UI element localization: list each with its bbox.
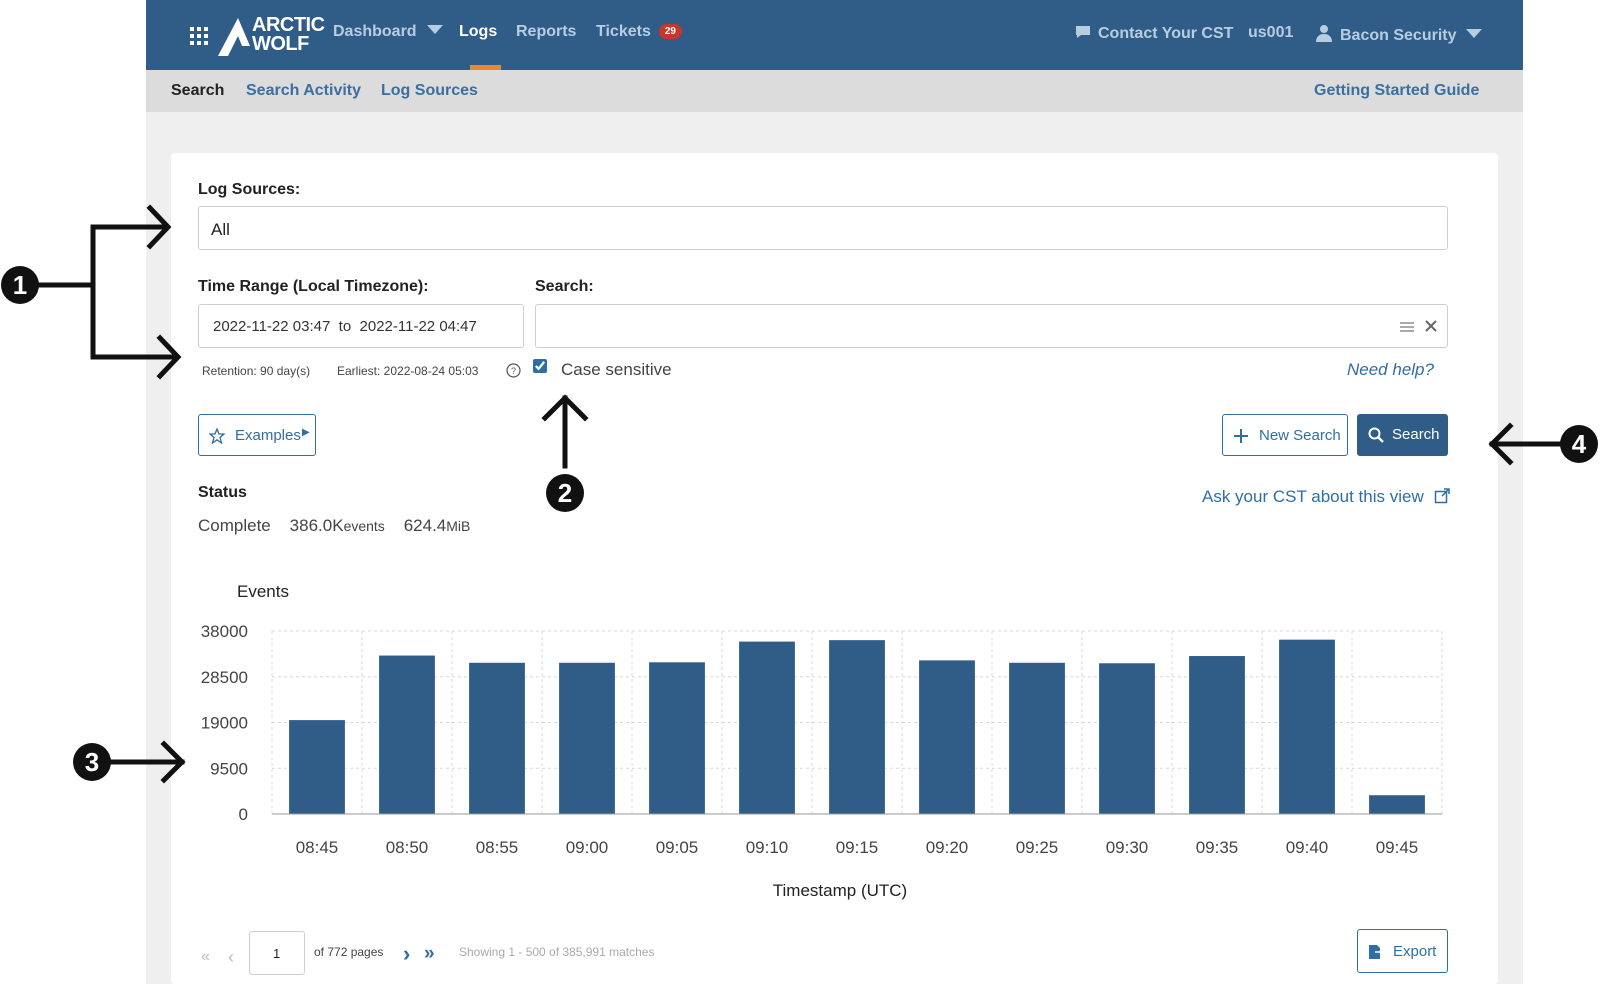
annotation-2: 2 bbox=[546, 474, 584, 512]
annotation-4: 4 bbox=[1560, 425, 1598, 463]
annotation-overlay bbox=[35, 204, 1563, 784]
annotation-3: 3 bbox=[73, 743, 111, 781]
annotation-1: 1 bbox=[1, 266, 39, 304]
